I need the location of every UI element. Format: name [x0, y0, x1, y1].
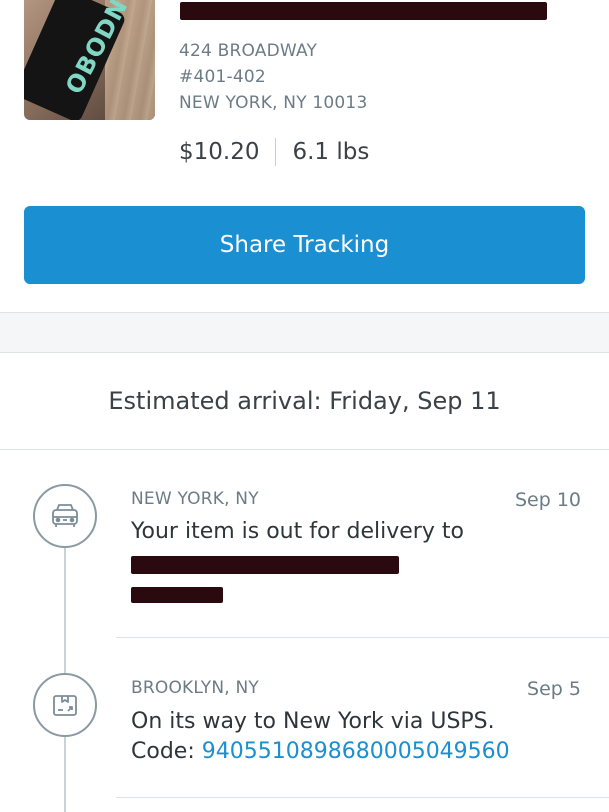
redacted-recipient-line-1: [131, 556, 399, 574]
event-divider: [116, 797, 609, 798]
package-weight: 6.1 lbs: [292, 139, 370, 165]
event-location: BROOKLYN, NY: [131, 678, 260, 698]
tracking-code-label: Code:: [131, 739, 202, 764]
tracking-code: Code: 9405510898680005049560: [131, 739, 510, 764]
package-card: OBODNY 424 BROADWAY #401-402 NEW YORK, N…: [0, 0, 609, 312]
package-price: $10.20: [179, 139, 260, 165]
event-date: Sep 10: [514, 489, 581, 511]
event-message: Your item is out for delivery to: [131, 519, 464, 544]
redacted-recipient-line-2: [131, 587, 223, 603]
meta-divider: [275, 138, 277, 166]
share-tracking-button[interactable]: Share Tracking: [24, 206, 585, 284]
estimated-arrival: Estimated arrival: Friday, Sep 11: [0, 353, 609, 450]
event-message: On its way to New York via USPS.: [131, 709, 495, 734]
package-meta: $10.20 6.1 lbs: [179, 138, 369, 166]
section-divider: [0, 312, 609, 353]
event-location: NEW YORK, NY: [131, 489, 259, 509]
address-line-2: #401-402: [179, 67, 266, 87]
redacted-recipient-name: [180, 2, 547, 20]
address-line-1: 424 BROADWAY: [179, 41, 318, 61]
truck-icon: [33, 484, 97, 548]
event-divider: [116, 637, 609, 638]
event-date: Sep 5: [527, 678, 581, 700]
address-line-3: NEW YORK, NY 10013: [179, 93, 368, 113]
tracking-code-link[interactable]: 9405510898680005049560: [202, 739, 510, 764]
product-thumbnail[interactable]: OBODNY: [24, 0, 155, 120]
package-icon: [33, 673, 97, 737]
